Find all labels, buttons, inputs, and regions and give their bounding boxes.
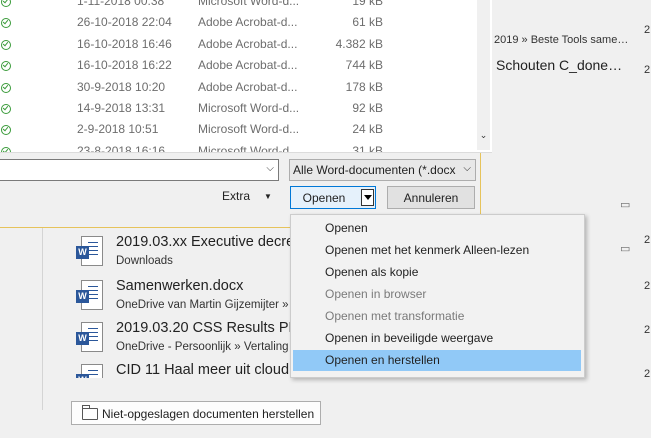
file-row[interactable]: 26-10-2018 22:04 Adobe Acrobat-d... 61 kB [0,12,479,34]
file-type: Adobe Acrobat-d... [198,15,298,30]
file-type-value: Alle Word-documenten (*.docx [293,163,456,177]
sync-status-check-icon [1,104,11,114]
menu-item-label: Openen met transformatie [325,309,465,323]
recent-file-item[interactable]: W Samenwerken.docx OneDrive van Martin G… [76,278,306,318]
menu-item-label: Openen in beveiligde weergave [325,331,494,345]
recent-file-path: OneDrive van Martin Gijzemijter » [116,299,289,311]
recent-file-item[interactable]: W CID 11 Haal meer uit cloudDocx [76,362,306,378]
open-dropdown-arrow-icon[interactable] [361,189,374,206]
menu-item: Openen in browser [293,284,581,305]
file-size: 92 kB [352,101,383,115]
open-button-label: Openen [302,191,346,205]
menu-item-label: Openen in browser [325,287,427,301]
menu-item[interactable]: Openen als kopie [293,262,581,283]
file-size: 31 kB [352,143,383,153]
word-document-icon: W [76,236,103,266]
recent-file-title: Samenwerken.docx [116,278,244,294]
recent-file-title[interactable]: 2019 » Beste Tools same… [494,34,628,46]
sync-status-check-icon [1,0,11,7]
file-date: 26-10-2018 22:04 [77,15,172,30]
open-options-menu: Openen Openen met het kenmerk Alleen-leze… [290,214,585,378]
open-button[interactable]: Openen [290,186,376,209]
cancel-button-label: Annuleren [403,191,459,205]
file-date: 23-8-2018 16:16 [77,143,166,153]
file-size: 24 kB [352,122,383,137]
menu-item-label: Openen met het kenmerk Alleen-lezen [325,243,530,257]
menu-item[interactable]: Openen in beveiligde weergave [293,328,581,349]
cancel-button[interactable]: Annuleren [387,186,475,209]
file-type: Adobe Acrobat-d... [198,79,298,94]
file-row[interactable]: 30-9-2018 10:20 Adobe Acrobat-d... 178 kB [0,77,479,99]
folder-icon [82,405,98,420]
filename-input[interactable]: ⌵ [0,159,279,181]
sync-status-check-icon [1,82,11,93]
menu-item-label: Openen als kopie [325,265,419,279]
file-size: 19 kB [352,0,383,8]
file-row[interactable]: 23-8-2018 16:16 Microsoft Word-d... 31 kB [0,141,479,153]
sync-status-check-icon [1,146,11,152]
file-row[interactable]: 2-9-2018 10:51 Microsoft Word-d... 24 kB [0,119,479,141]
word-document-icon: W [76,280,103,310]
recent-file-date: 2 [644,24,651,36]
menu-item[interactable]: Openen [293,218,581,239]
chevron-down-icon[interactable]: ⌵ [266,163,274,174]
file-size: 178 kB [345,79,383,94]
file-date: 14-9-2018 13:31 [77,101,166,115]
sync-status-check-icon [1,125,11,136]
sync-status-check-icon [1,61,11,72]
recent-file-title: 2019.03.20 CSS Results PL [116,320,297,336]
scroll-down-icon[interactable]: ⌄ [477,130,490,144]
file-type: Microsoft Word-d... [198,0,300,8]
file-date: 16-10-2018 16:22 [77,58,172,73]
recent-file-date: 2 [644,234,651,246]
file-date: 1-11-2018 00:38 [77,0,165,8]
file-size: 4.382 kB [335,36,383,51]
menu-item[interactable]: Openen en herstellen [293,350,581,371]
recent-file-title: CID 11 Haal meer uit cloudDocx [116,362,306,378]
triangle-down-icon[interactable]: ▼ [264,192,272,201]
recent-file-item[interactable]: W 2019.03.xx Executive decre Downloads [76,234,306,274]
recent-file-path: Downloads [116,255,173,267]
file-date: 2-9-2018 10:51 [77,122,159,137]
extra-button[interactable]: Extra [222,189,250,203]
menu-item-label: Openen en herstellen [325,353,440,367]
sync-status-check-icon [1,18,11,29]
recent-file-date: 2 [644,280,651,292]
file-list[interactable]: 1-11-2018 00:38 Microsoft Word-d... 19 kB 2… [0,0,492,153]
file-type: Adobe Acrobat-d... [198,36,298,51]
restore-unsaved-button[interactable]: Niet-opgeslagen documenten herstellen [71,401,321,425]
pin-icon[interactable]: ▭ [620,198,630,211]
file-type: Microsoft Word-d... [198,143,300,153]
recent-file-title: 2019.03.xx Executive decre [116,234,295,250]
recent-file-date: 2 [644,64,651,76]
word-document-icon: W [76,364,103,378]
recent-file-title[interactable]: Schouten C_done… [496,57,622,73]
file-type: Microsoft Word-d... [198,122,300,137]
file-row[interactable]: 16-10-2018 16:22 Adobe Acrobat-d... 744 kB [0,55,479,77]
file-type: Microsoft Word-d... [198,101,300,115]
menu-item-label: Openen [325,221,368,235]
file-type: Adobe Acrobat-d... [198,58,298,73]
restore-unsaved-label: Niet-opgeslagen documenten herstellen [102,407,315,421]
file-row[interactable]: 1-11-2018 00:38 Microsoft Word-d... 19 kB [0,0,479,13]
scrollbar[interactable] [477,0,490,150]
menu-item[interactable]: Openen met het kenmerk Alleen-lezen [293,240,581,261]
word-document-icon: W [76,322,103,352]
file-date: 30-9-2018 10:20 [77,79,166,94]
file-size: 744 kB [345,58,383,73]
pin-icon[interactable]: ▭ [620,242,630,255]
file-row[interactable]: 16-10-2018 16:46 Adobe Acrobat-d... 4.382 … [0,34,479,56]
menu-item: Openen met transformatie [293,306,581,327]
file-size: 61 kB [352,15,383,30]
file-row[interactable]: 14-9-2018 13:31 Microsoft Word-d... 92 kB [0,98,479,120]
file-date: 16-10-2018 16:46 [77,36,172,51]
open-file-dialog: 1-11-2018 00:38 Microsoft Word-d... 19 kB 2… [0,0,492,228]
recent-file-path: OneDrive - Persoonlijk » Vertaling [116,341,289,353]
file-type-select[interactable]: Alle Word-documenten (*.docx ⌵ [289,159,476,181]
recent-file-item[interactable]: W 2019.03.20 CSS Results PL OneDrive - P… [76,320,306,360]
recent-file-date: 2 [644,368,651,380]
sync-status-check-icon [1,39,11,50]
recent-file-date: 2 [644,324,651,336]
chevron-down-icon: ⌵ [463,163,471,174]
